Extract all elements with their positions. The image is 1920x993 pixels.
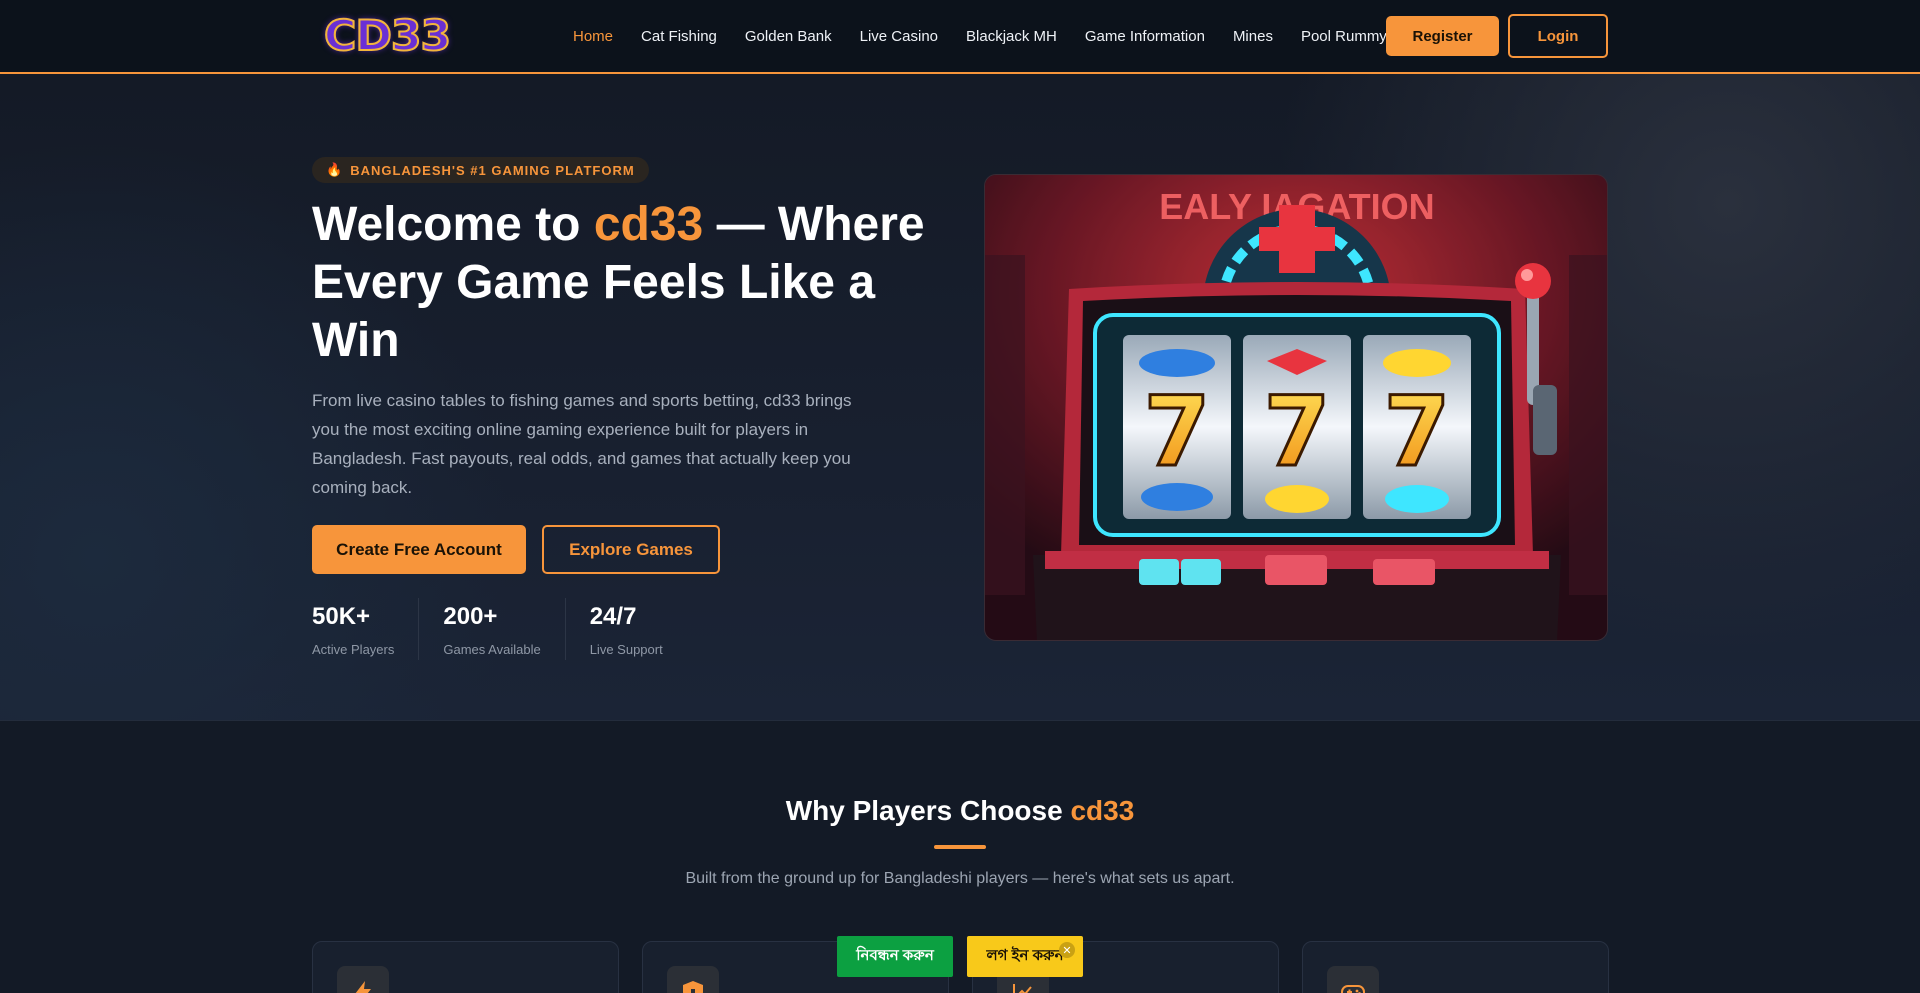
why-section-subtitle: Built from the ground up for Bangladeshi…	[685, 870, 1235, 887]
lightning-icon	[337, 966, 389, 993]
platform-badge: 🔥 BANGLADESH'S #1 GAMING PLATFORM	[312, 157, 649, 183]
login-button[interactable]: Login	[1508, 14, 1608, 58]
hero-section	[0, 74, 1920, 721]
stat-label: Games Available	[443, 642, 541, 657]
explore-games-button[interactable]: Explore Games	[542, 525, 720, 574]
gamepad-icon	[1327, 966, 1379, 993]
why-section-title: Why Players Choose cd33	[0, 795, 1920, 827]
hero-stats: 50K+ Active Players 200+ Games Available…	[312, 598, 687, 660]
nav-cat-fishing[interactable]: Cat Fishing	[641, 28, 717, 45]
reel-seven: 7	[1144, 376, 1211, 488]
stat-label: Live Support	[589, 642, 663, 657]
reel-seven: 7	[1384, 376, 1451, 488]
main-nav: Home Cat Fishing Golden Bank Live Casino…	[573, 0, 1415, 72]
hero-title-brand: cd33	[593, 198, 704, 251]
reel-seven: 7	[1264, 376, 1331, 488]
badge-text: BANGLADESH'S #1 GAMING PLATFORM	[350, 162, 635, 178]
create-account-button[interactable]: Create Free Account	[312, 525, 526, 574]
shield-icon	[667, 966, 719, 993]
slot-machine-image: EALY IAGATION 7 7 7	[984, 174, 1608, 641]
hero-title: Welcome to cd33 — Where Every Game Feels…	[312, 196, 952, 370]
nav-live-casino[interactable]: Live Casino	[860, 28, 938, 45]
register-button[interactable]: Register	[1386, 16, 1499, 56]
fire-icon: 🔥	[326, 162, 344, 177]
stat-players: 50K+ Active Players	[312, 598, 418, 660]
feature-card	[312, 941, 619, 993]
stat-value: 50K+	[312, 603, 371, 630]
why-title-pre: Why Players Choose	[785, 795, 1071, 826]
site-header: CD33 Home Cat Fishing Golden Bank Live C…	[0, 0, 1920, 74]
hero-description: From live casino tables to fishing games…	[312, 391, 852, 497]
why-title-brand: cd33	[1070, 795, 1135, 826]
stat-label: Active Players	[312, 642, 395, 657]
nav-pool-rummy[interactable]: Pool Rummy	[1301, 28, 1387, 45]
cd33-logo[interactable]: CD33	[323, 13, 503, 59]
floating-register-button[interactable]: নিবন্ধন করুন	[837, 936, 953, 977]
nav-home[interactable]: Home	[573, 28, 613, 45]
stat-support: 24/7 Live Support	[564, 598, 687, 660]
close-icon[interactable]: ✕	[1059, 942, 1075, 958]
stat-value: 24/7	[589, 603, 637, 630]
stat-value: 200+	[443, 603, 498, 630]
nav-blackjack-mh[interactable]: Blackjack MH	[966, 28, 1057, 45]
stat-games: 200+ Games Available	[418, 598, 564, 660]
slot-machine-illustration: EALY IAGATION 7 7 7	[985, 175, 1607, 640]
nav-game-information[interactable]: Game Information	[1085, 28, 1205, 45]
feature-card	[1302, 941, 1609, 993]
nav-golden-bank[interactable]: Golden Bank	[745, 28, 832, 45]
hero-title-pre: Welcome to	[312, 198, 594, 251]
title-underline	[934, 845, 986, 849]
nav-mines[interactable]: Mines	[1233, 28, 1273, 45]
